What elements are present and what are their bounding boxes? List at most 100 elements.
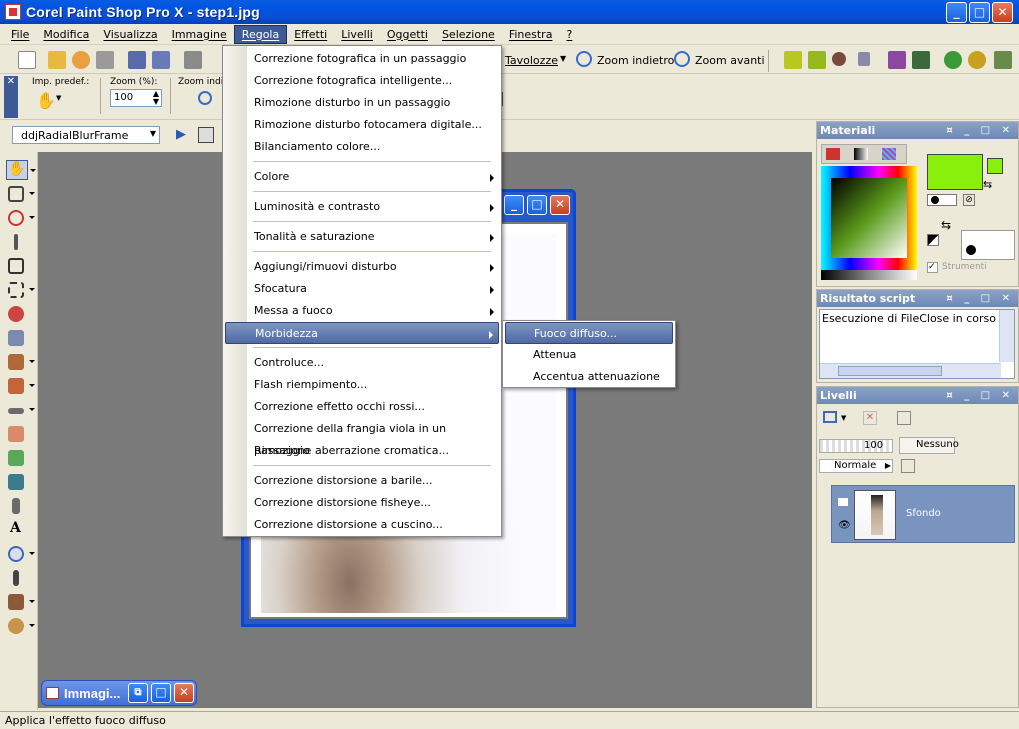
save-as-icon[interactable] xyxy=(152,51,170,69)
menu-item[interactable]: Correzione distorsione fisheye... xyxy=(225,492,499,514)
submenu-item-fuoco-diffuso[interactable]: Fuoco diffuso... xyxy=(505,322,673,344)
scanner-icon[interactable] xyxy=(96,51,114,69)
image-close-button[interactable]: ✕ xyxy=(550,195,570,215)
zoom-out-small-icon[interactable] xyxy=(198,91,212,105)
new-layer-button[interactable]: ▼ xyxy=(821,409,847,427)
submenu-item-accentua[interactable]: Accentua attenuazione xyxy=(505,366,673,388)
eye-icon[interactable]: 👁 xyxy=(838,520,851,531)
restore-button[interactable]: ⧉ xyxy=(128,683,148,703)
shape-tool[interactable] xyxy=(6,544,35,564)
background-swatch[interactable] xyxy=(961,230,1015,260)
panel-controls[interactable]: ¤ _ □ ✕ xyxy=(946,122,1014,139)
minimize-button[interactable]: _ xyxy=(946,2,967,23)
menu-oggetti[interactable]: Oggetti xyxy=(380,26,435,43)
image-maximize-button[interactable]: □ xyxy=(527,195,547,215)
spinner-icon[interactable]: ▲ ▼ xyxy=(153,90,159,106)
swap-icon[interactable]: ⇆ xyxy=(983,178,992,191)
image-minimize-button[interactable]: _ xyxy=(504,195,524,215)
maximize-button[interactable]: □ xyxy=(151,683,171,703)
menu-regola[interactable]: Regola xyxy=(233,24,288,44)
zoom-out-icon[interactable] xyxy=(576,51,592,67)
menu-item-morbidezza[interactable]: Morbidezza xyxy=(225,322,499,344)
redeye-tool[interactable] xyxy=(6,304,28,324)
foreground-small-swatch[interactable] xyxy=(987,158,1003,174)
delete-layer-icon[interactable]: ✕ xyxy=(863,411,877,425)
script-output[interactable]: Esecuzione di FileClose in corso xyxy=(819,309,1015,379)
foreground-swatch[interactable] xyxy=(927,154,983,190)
gray-strip[interactable] xyxy=(821,270,917,280)
tab-frame-icon[interactable] xyxy=(826,148,840,160)
effect-star2-icon[interactable] xyxy=(808,51,826,69)
color-picker[interactable] xyxy=(821,166,917,280)
horizontal-scrollbar[interactable] xyxy=(820,363,1001,378)
menu-item-submenu[interactable]: Messa a fuoco xyxy=(225,300,499,322)
panel-controls[interactable]: ¤ _ □ ✕ xyxy=(946,290,1014,307)
layer-properties-icon[interactable] xyxy=(897,411,911,425)
blend-mode-select[interactable]: Normale ▶ xyxy=(819,459,893,473)
menu-effetti[interactable]: Effetti xyxy=(287,26,334,43)
close-button[interactable]: ✕ xyxy=(174,683,194,703)
menu-item[interactable]: Correzione della frangia viola in un pas… xyxy=(225,418,499,457)
materiali-tabs[interactable] xyxy=(821,144,907,164)
menu-item[interactable]: Rimozione disturbo in un passaggio xyxy=(225,92,499,114)
menu-item-submenu[interactable]: Luminosità e contrasto xyxy=(225,196,499,218)
maximize-button[interactable]: □ xyxy=(969,2,990,23)
swap-colors-icon[interactable]: ⇆ xyxy=(941,218,951,232)
mask-button[interactable]: Nessuno xyxy=(899,437,959,454)
browse-icon[interactable] xyxy=(72,51,90,69)
eraser-tool[interactable] xyxy=(6,424,28,444)
default-colors-icon[interactable] xyxy=(927,234,939,246)
no-color-icon[interactable]: ⊘ xyxy=(963,194,975,206)
menu-item-submenu[interactable]: Sfocatura xyxy=(225,278,499,300)
tab-pattern-icon[interactable] xyxy=(882,148,896,160)
effect-star-icon[interactable] xyxy=(784,51,802,69)
new-file-icon[interactable] xyxy=(18,51,36,69)
zoom-percent-input[interactable]: 100 ▲ ▼ xyxy=(110,89,162,107)
landscape-icon[interactable] xyxy=(994,51,1012,69)
color-square[interactable] xyxy=(831,178,907,258)
layer-visibility-icon[interactable] xyxy=(838,498,848,506)
menu-item-submenu[interactable]: Colore xyxy=(225,166,499,188)
chevron-down-icon[interactable]: ▼ xyxy=(150,129,156,138)
zoom-out-label[interactable]: Zoom indietro xyxy=(597,54,674,67)
submenu-item-attenua[interactable]: Attenua xyxy=(505,344,673,366)
menu-livelli[interactable]: Livelli xyxy=(334,26,380,43)
makeover-tool[interactable] xyxy=(6,328,28,348)
tavolozze-button[interactable]: Tavolozze xyxy=(505,54,558,67)
sharpen-tool[interactable] xyxy=(6,400,35,420)
zoom-in-icon[interactable] xyxy=(674,51,690,67)
pen-tool[interactable] xyxy=(6,496,28,516)
opacity-slider[interactable]: 100 xyxy=(819,439,893,453)
app-icon[interactable] xyxy=(5,4,21,20)
person-green-icon[interactable] xyxy=(944,51,962,69)
menu-item[interactable]: Flash riempimento... xyxy=(225,374,499,396)
menu-item[interactable]: Correzione distorsione a barile... xyxy=(225,470,499,492)
pick-tool[interactable] xyxy=(6,184,35,204)
film-icon[interactable] xyxy=(912,51,930,69)
menu-selezione[interactable]: Selezione xyxy=(435,26,502,43)
portrait-icon[interactable] xyxy=(888,51,906,69)
fill-tool[interactable] xyxy=(6,472,28,492)
open-folder-icon[interactable] xyxy=(48,51,66,69)
menu-item-submenu[interactable]: Tonalità e saturazione xyxy=(225,226,499,248)
crop-tool[interactable] xyxy=(6,256,28,276)
zoom-in-label[interactable]: Zoom avanti xyxy=(695,54,765,67)
edit-script-icon[interactable] xyxy=(198,127,214,143)
palette-tool[interactable] xyxy=(6,616,35,636)
cube-icon[interactable] xyxy=(858,52,870,66)
chevron-down-icon[interactable]: ▼ xyxy=(56,94,61,102)
dropper-tool[interactable] xyxy=(6,232,28,252)
red-eye-icon[interactable] xyxy=(832,52,846,66)
move-tool[interactable] xyxy=(6,280,35,300)
lock-icon[interactable] xyxy=(901,459,915,473)
chevron-down-icon[interactable]: ▼ xyxy=(560,54,566,63)
menu-item[interactable]: Correzione fotografica in un passaggio xyxy=(225,48,499,70)
menu-item-submenu[interactable]: Aggiungi/rimuovi disturbo xyxy=(225,256,499,278)
menu-file[interactable]: File xyxy=(4,26,36,43)
layer-row-sfondo[interactable]: 👁 Sfondo xyxy=(831,485,1015,543)
print-icon[interactable] xyxy=(184,51,202,69)
fg-style-buttons[interactable] xyxy=(927,194,957,206)
vector-pen-tool[interactable] xyxy=(6,568,28,588)
brush-tool[interactable] xyxy=(6,376,35,396)
menu-item[interactable]: Bilanciamento colore... xyxy=(225,136,499,158)
